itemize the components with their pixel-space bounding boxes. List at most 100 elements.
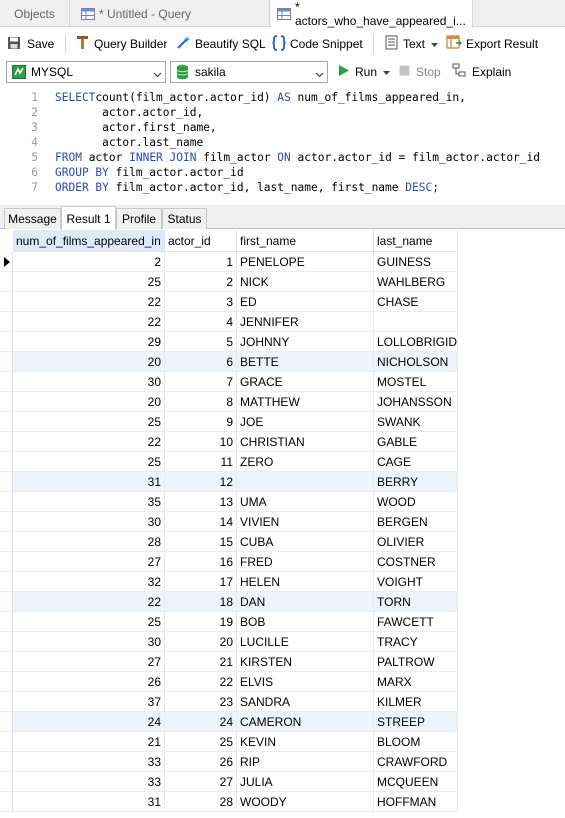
row-selector[interactable] (0, 772, 13, 792)
row-selector[interactable] (0, 692, 13, 712)
cell-num-films[interactable]: 27 (13, 652, 165, 672)
row-selector[interactable] (0, 312, 13, 332)
cell-last-name[interactable]: CAGE (374, 452, 458, 472)
cell-actor-id[interactable]: 10 (165, 432, 237, 452)
cell-num-films[interactable]: 31 (13, 472, 165, 492)
cell-num-films[interactable]: 20 (13, 352, 165, 372)
cell-first-name[interactable]: JENNIFER (237, 312, 374, 332)
result-grid[interactable]: num_of_films_appeared_in actor_id first_na… (0, 230, 565, 818)
cell-actor-id[interactable]: 19 (165, 612, 237, 632)
cell-first-name[interactable]: JULIA (237, 772, 374, 792)
tab-status[interactable]: Status (162, 208, 207, 229)
cell-first-name[interactable]: FRED (237, 552, 374, 572)
row-selector[interactable] (0, 332, 13, 352)
cell-num-films[interactable]: 30 (13, 372, 165, 392)
cell-actor-id[interactable]: 2 (165, 272, 237, 292)
cell-num-films[interactable]: 30 (13, 512, 165, 532)
cell-first-name[interactable]: BETTE (237, 352, 374, 372)
cell-last-name[interactable]: VOIGHT (374, 572, 458, 592)
cell-last-name[interactable]: GUINESS (374, 252, 458, 272)
tab-actors-query[interactable]: * actors_who_have_appeared_i... (271, 0, 473, 28)
cell-actor-id[interactable]: 18 (165, 592, 237, 612)
cell-last-name[interactable]: HOFFMAN (374, 792, 458, 812)
cell-num-films[interactable]: 25 (13, 612, 165, 632)
save-button[interactable]: Save (7, 34, 54, 54)
explain-button[interactable]: Explain (452, 62, 511, 82)
row-selector[interactable] (0, 272, 13, 292)
cell-last-name[interactable]: NICHOLSON (374, 352, 458, 372)
cell-num-films[interactable]: 20 (13, 392, 165, 412)
column-header-last-name[interactable]: last_name (374, 230, 458, 252)
tab-untitled-query[interactable]: * Untitled - Query (71, 0, 270, 27)
cell-last-name[interactable]: STREEP (374, 712, 458, 732)
tab-message[interactable]: Message (4, 208, 61, 229)
cell-num-films[interactable]: 25 (13, 412, 165, 432)
cell-actor-id[interactable]: 9 (165, 412, 237, 432)
cell-num-films[interactable]: 22 (13, 312, 165, 332)
cell-num-films[interactable]: 32 (13, 572, 165, 592)
row-selector[interactable] (0, 652, 13, 672)
cell-num-films[interactable]: 21 (13, 732, 165, 752)
text-view-button[interactable]: Text (385, 34, 439, 54)
cell-actor-id[interactable]: 8 (165, 392, 237, 412)
cell-first-name[interactable]: UMA (237, 492, 374, 512)
cell-first-name[interactable] (237, 472, 374, 492)
cell-actor-id[interactable]: 3 (165, 292, 237, 312)
cell-actor-id[interactable]: 5 (165, 332, 237, 352)
cell-last-name[interactable]: WOOD (374, 492, 458, 512)
cell-first-name[interactable]: VIVIEN (237, 512, 374, 532)
cell-num-films[interactable]: 26 (13, 672, 165, 692)
cell-actor-id[interactable]: 20 (165, 632, 237, 652)
cell-actor-id[interactable]: 23 (165, 692, 237, 712)
cell-actor-id[interactable]: 14 (165, 512, 237, 532)
row-selector[interactable] (0, 292, 13, 312)
row-selector[interactable] (0, 632, 13, 652)
cell-num-films[interactable]: 25 (13, 272, 165, 292)
column-header-num-films[interactable]: num_of_films_appeared_in (13, 230, 165, 252)
cell-last-name[interactable]: TRACY (374, 632, 458, 652)
cell-actor-id[interactable]: 6 (165, 352, 237, 372)
cell-actor-id[interactable]: 1 (165, 252, 237, 272)
cell-num-films[interactable]: 22 (13, 292, 165, 312)
beautify-sql-button[interactable]: Beautify SQL (176, 34, 266, 54)
cell-actor-id[interactable]: 28 (165, 792, 237, 812)
cell-first-name[interactable]: GRACE (237, 372, 374, 392)
cell-last-name[interactable]: BERGEN (374, 512, 458, 532)
row-selector[interactable] (0, 672, 13, 692)
cell-last-name[interactable]: TORN (374, 592, 458, 612)
stop-button[interactable]: Stop (399, 62, 441, 82)
cell-last-name[interactable]: SWANK (374, 412, 458, 432)
run-button[interactable]: Run (338, 62, 391, 82)
cell-first-name[interactable]: JOE (237, 412, 374, 432)
row-selector[interactable] (0, 532, 13, 552)
tab-profile[interactable]: Profile (116, 208, 162, 229)
cell-actor-id[interactable]: 22 (165, 672, 237, 692)
cell-num-films[interactable]: 22 (13, 432, 165, 452)
code-snippet-button[interactable]: Code Snippet (272, 34, 363, 54)
cell-first-name[interactable]: CAMERON (237, 712, 374, 732)
cell-last-name[interactable]: MOSTEL (374, 372, 458, 392)
row-selector[interactable] (0, 592, 13, 612)
cell-num-films[interactable]: 29 (13, 332, 165, 352)
row-selector[interactable] (0, 552, 13, 572)
cell-first-name[interactable]: RIP (237, 752, 374, 772)
cell-actor-id[interactable]: 27 (165, 772, 237, 792)
connection-select[interactable]: MYSQL (6, 61, 166, 83)
cell-num-films[interactable]: 33 (13, 772, 165, 792)
cell-last-name[interactable]: KILMER (374, 692, 458, 712)
cell-last-name[interactable] (374, 312, 458, 332)
cell-num-films[interactable]: 28 (13, 532, 165, 552)
cell-last-name[interactable]: MARX (374, 672, 458, 692)
cell-actor-id[interactable]: 21 (165, 652, 237, 672)
cell-actor-id[interactable]: 16 (165, 552, 237, 572)
cell-actor-id[interactable]: 17 (165, 572, 237, 592)
cell-actor-id[interactable]: 15 (165, 532, 237, 552)
row-selector[interactable] (0, 372, 13, 392)
row-selector[interactable] (0, 512, 13, 532)
cell-last-name[interactable]: FAWCETT (374, 612, 458, 632)
tab-result-1[interactable]: Result 1 (61, 206, 116, 230)
cell-actor-id[interactable]: 24 (165, 712, 237, 732)
cell-first-name[interactable]: KIRSTEN (237, 652, 374, 672)
column-header-first-name[interactable]: first_name (237, 230, 374, 252)
cell-actor-id[interactable]: 13 (165, 492, 237, 512)
